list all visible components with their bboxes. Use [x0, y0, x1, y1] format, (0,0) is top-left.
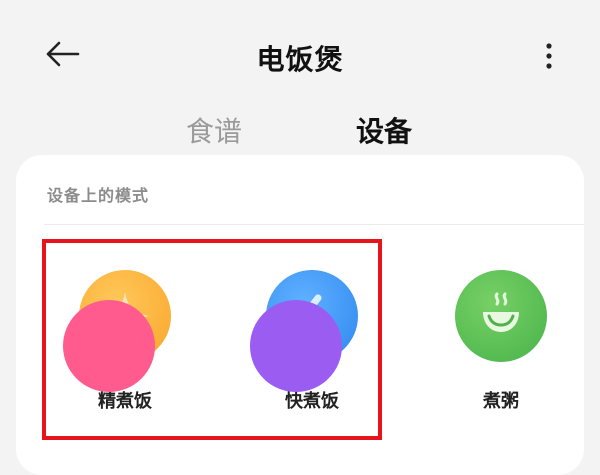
section-title: 设备上的模式	[47, 186, 150, 205]
page-title: 电饭煲	[256, 43, 344, 76]
more-button[interactable]	[532, 36, 566, 76]
tab-recipes[interactable]: 食谱	[186, 110, 242, 150]
top-bar: 电饭煲	[0, 0, 600, 110]
tab-device[interactable]: 设备	[356, 110, 412, 150]
mode-label: 煮粥	[483, 391, 519, 412]
mode-label: 精煮饭	[98, 391, 152, 412]
mode-next-row-purple[interactable]	[250, 300, 342, 392]
mode-label: 快煮饭	[285, 391, 339, 412]
steaming-bowl-icon	[483, 292, 519, 332]
mode-porridge[interactable]: 煮粥	[426, 270, 576, 420]
mode-porridge-circle	[455, 270, 547, 362]
mode-next-row-pink[interactable]	[63, 300, 155, 392]
divider	[44, 224, 584, 225]
more-vertical-icon	[546, 43, 552, 69]
